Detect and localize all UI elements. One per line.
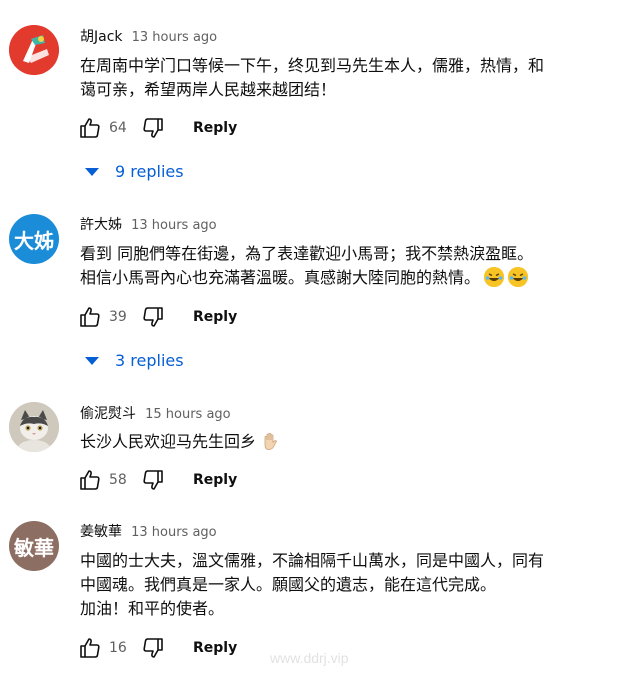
- avatar-initials: 大姊: [14, 228, 54, 253]
- dislike-button[interactable]: [139, 634, 167, 662]
- avatar[interactable]: [9, 25, 59, 75]
- view-replies-button[interactable]: 9 replies: [84, 159, 184, 183]
- comment-text-line: 中國的士大夫，溫文儒雅，不論相隔千山萬水，同是中國人，同有: [80, 551, 545, 570]
- thumbs-down-icon: [143, 118, 163, 138]
- like-count: 16: [109, 640, 127, 656]
- thumbs-down-icon: [143, 638, 163, 658]
- dislike-button[interactable]: [139, 303, 167, 331]
- laughing-with-tears-icon: [484, 267, 505, 287]
- comment-actions: 39 Reply: [76, 303, 237, 331]
- avatar-art-icon: [9, 25, 59, 75]
- like-count: 64: [109, 120, 127, 136]
- avatar[interactable]: 大姊: [9, 214, 59, 264]
- comment-text: 看到 同胞們等在街邊，為了表達歡迎小馬哥；我不禁熱淚盈眶。 相信小馬哥內心也充滿…: [80, 242, 610, 290]
- reply-button[interactable]: Reply: [193, 640, 237, 656]
- reply-button[interactable]: Reply: [193, 120, 237, 136]
- comment-text: 在周南中学门口等候一下午，终见到马先生本人，儒雅，热情，和 蔼可亲，希望两岸人民…: [80, 54, 610, 102]
- comment-text-line: 蔼可亲，希望两岸人民越来越团结！: [80, 80, 337, 99]
- waving-hand-icon: [260, 431, 280, 451]
- comment-header: 胡Jack 13 hours ago: [80, 26, 217, 48]
- comment-header: 姜敏華 13 hours ago: [80, 521, 217, 543]
- author-name[interactable]: 姜敏華: [80, 524, 122, 540]
- comment-timestamp[interactable]: 13 hours ago: [131, 525, 217, 540]
- comment-text-line: 相信小馬哥內心也充滿著溫暖。真感謝大陸同胞的熱情。: [80, 268, 481, 287]
- thumbs-up-icon: [80, 470, 100, 490]
- cat-avatar-icon: [9, 402, 59, 452]
- watermark: www.ddrj.vip: [270, 650, 349, 666]
- comment-text-line: 在周南中学门口等候一下午，终见到马先生本人，儒雅，热情，和: [80, 56, 545, 75]
- like-button[interactable]: [76, 114, 104, 142]
- comment-text-line: 长沙人民欢迎马先生回乡: [80, 432, 257, 451]
- like-button[interactable]: [76, 303, 104, 331]
- comment-timestamp[interactable]: 13 hours ago: [132, 30, 218, 45]
- like-count: 39: [109, 309, 127, 325]
- comment-text-line: 看到 同胞們等在街邊，為了表達歡迎小馬哥；我不禁熱淚盈眶。: [80, 244, 534, 263]
- comment-text: 长沙人民欢迎马先生回乡: [80, 430, 610, 454]
- replies-count-label: 9 replies: [115, 161, 184, 181]
- caret-down-icon: [84, 351, 100, 370]
- thumbs-down-icon: [143, 307, 163, 327]
- comment-header: 偷泥熨斗 15 hours ago: [80, 403, 231, 425]
- like-button[interactable]: [76, 466, 104, 494]
- comment-text: 中國的士大夫，溫文儒雅，不論相隔千山萬水，同是中國人，同有 中國魂。我們真是一家…: [80, 549, 610, 621]
- dislike-button[interactable]: [139, 114, 167, 142]
- caret-down-icon: [84, 162, 100, 181]
- reply-button[interactable]: Reply: [193, 472, 237, 488]
- avatar[interactable]: 敏華: [9, 521, 59, 571]
- like-button[interactable]: [76, 634, 104, 662]
- comment-text-line: 中國魂。我們真是一家人。願國父的遺志，能在這代完成。: [80, 575, 497, 594]
- comment-text-line: 加油！和平的使者。: [80, 599, 225, 618]
- laughing-with-tears-icon: [508, 267, 529, 287]
- replies-count-label: 3 replies: [115, 350, 184, 370]
- thumbs-up-icon: [80, 638, 100, 658]
- comment-timestamp[interactable]: 13 hours ago: [131, 218, 217, 233]
- thumbs-down-icon: [143, 470, 163, 490]
- comment-actions: 64 Reply: [76, 114, 237, 142]
- comment-actions: 58 Reply: [76, 466, 237, 494]
- comment-actions: 16 Reply: [76, 634, 237, 662]
- avatar-initials: 敏華: [14, 535, 54, 560]
- thumbs-up-icon: [80, 118, 100, 138]
- dislike-button[interactable]: [139, 466, 167, 494]
- view-replies-button[interactable]: 3 replies: [84, 348, 184, 372]
- thumbs-up-icon: [80, 307, 100, 327]
- author-name[interactable]: 胡Jack: [80, 29, 123, 45]
- reply-button[interactable]: Reply: [193, 309, 237, 325]
- author-name[interactable]: 偷泥熨斗: [80, 406, 136, 422]
- comment-header: 許大姊 13 hours ago: [80, 214, 217, 236]
- comment-timestamp[interactable]: 15 hours ago: [145, 407, 231, 422]
- author-name[interactable]: 許大姊: [80, 217, 122, 233]
- like-count: 58: [109, 472, 127, 488]
- avatar[interactable]: [9, 402, 59, 452]
